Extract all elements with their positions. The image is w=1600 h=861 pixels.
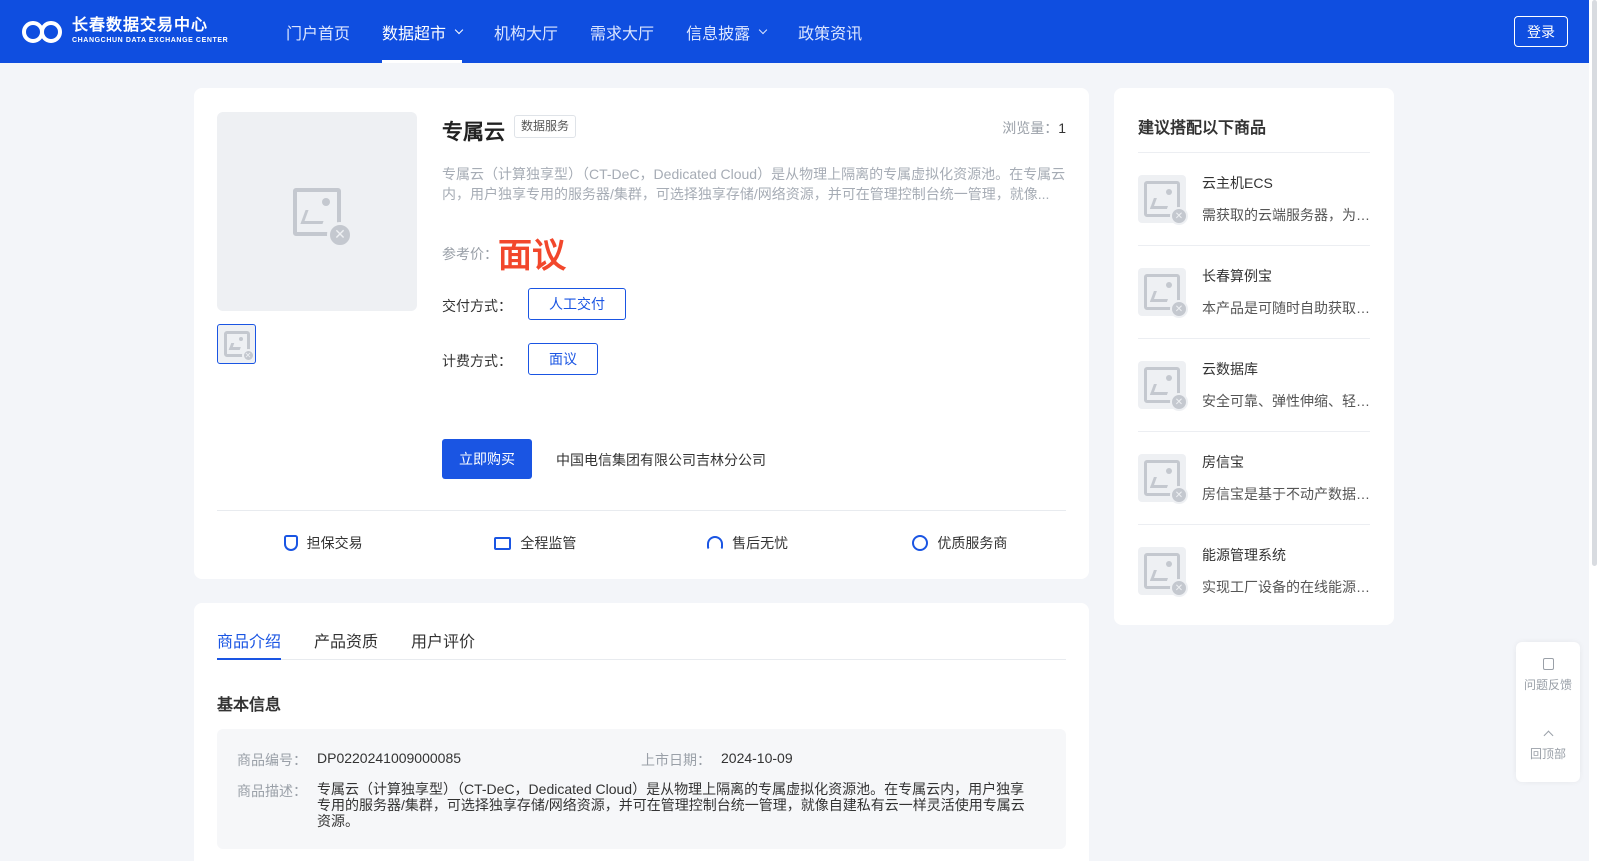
billing-label: 计费方式： xyxy=(442,353,512,369)
heart-badge-icon xyxy=(912,535,929,551)
tab-qualification[interactable]: 产品资质 xyxy=(314,603,378,659)
back-to-top-button[interactable]: 回顶部 xyxy=(1516,728,1580,762)
rec-item-image: ✕ xyxy=(1138,547,1188,597)
rec-item-image: ✕ xyxy=(1138,361,1188,411)
site-logo[interactable]: 长春数据交易中心 CHANGCHUN DATA EXCHANGE CENTER xyxy=(22,17,228,45)
rec-item-desc: 房信宝是基于不动产数据的信息服务 xyxy=(1202,486,1370,502)
product-card: ✕ ✕ 专属云 数据服务 浏览量：1 专属云（计算独享型）（CT-DeC，Ded… xyxy=(194,88,1089,579)
recommendations-list: ✕ 云主机ECS 需获取的云端服务器，为用户提供弹性计算服务 ✕ 长春算例宝本产品… xyxy=(1138,152,1370,617)
product-description: 专属云（计算独享型）（CT-DeC，Dedicated Cloud）是从物理上隔… xyxy=(442,166,1066,202)
logo-mark-icon xyxy=(22,17,68,45)
chevron-down-icon xyxy=(758,25,768,34)
product-detail-card: 商品介绍 产品资质 用户评价 基本信息 商品编号： DP022024100900… xyxy=(194,603,1089,861)
product-category-tag: 数据服务 xyxy=(514,115,577,138)
rec-item-name: 长春算例宝 xyxy=(1202,268,1272,284)
price-label: 参考价： xyxy=(442,246,498,262)
rec-item-name: 云主机ECS xyxy=(1202,175,1273,191)
chevron-down-icon xyxy=(454,25,464,34)
rec-item[interactable]: ✕ 房信宝房信宝是基于不动产数据的信息服务 xyxy=(1138,431,1370,524)
product-thumbnail[interactable]: ✕ xyxy=(217,324,256,364)
listing-date-value: 2024-10-09 xyxy=(721,750,793,766)
rec-item-name: 房信宝 xyxy=(1202,454,1244,470)
logo-title: 长春数据交易中心 xyxy=(72,17,209,34)
view-count: 浏览量：1 xyxy=(1002,120,1066,136)
listing-date-label: 上市日期： xyxy=(641,752,711,768)
price-value: 面议 xyxy=(498,237,566,275)
floating-toolbar: 问题反馈 回顶部 xyxy=(1516,642,1580,782)
basic-info-title: 基本信息 xyxy=(217,697,282,714)
nav-data-market[interactable]: 数据超市 xyxy=(366,0,478,63)
rec-item[interactable]: ✕ 长春算例宝本产品是可随时自助获取的算力服务 xyxy=(1138,245,1370,338)
buy-now-button[interactable]: 立即购买 xyxy=(442,439,532,479)
top-header: 长春数据交易中心 CHANGCHUN DATA EXCHANGE CENTER … xyxy=(0,0,1589,63)
nav-institutions[interactable]: 机构大厅 xyxy=(478,0,574,63)
feature-after-sales: 售后无忧 xyxy=(642,523,854,563)
rec-item-desc: 安全可靠、弹性伸缩、轻松运维的数据库服务 xyxy=(1202,393,1370,409)
product-desc-value: 专属云（计算独享型）（CT-DeC，Dedicated Cloud）是从物理上隔… xyxy=(317,781,1025,829)
rec-item[interactable]: ✕ 云数据库安全可靠、弹性伸缩、轻松运维的数据库服务 xyxy=(1138,338,1370,431)
delivery-option-button[interactable]: 人工交付 xyxy=(528,288,626,320)
broken-image-icon: ✕ xyxy=(1144,553,1188,597)
rec-item-image: ✕ xyxy=(1138,175,1188,225)
edit-icon xyxy=(1542,658,1554,670)
rec-item-name: 云数据库 xyxy=(1202,361,1258,377)
detail-tabs: 商品介绍 产品资质 用户评价 xyxy=(217,603,1066,660)
product-main-image: ✕ xyxy=(217,112,417,311)
rec-item[interactable]: ✕ 能源管理系统实现工厂设备的在线能源管理 xyxy=(1138,524,1370,617)
page-scrollbar[interactable] xyxy=(1589,0,1600,861)
recommendations-title: 建议搭配以下商品 xyxy=(1138,120,1267,137)
divider xyxy=(217,510,1066,511)
broken-image-icon: ✕ xyxy=(1144,367,1188,411)
headset-icon xyxy=(707,536,724,550)
rec-item-name: 能源管理系统 xyxy=(1202,547,1286,563)
broken-image-icon: ✕ xyxy=(293,187,353,248)
delivery-label: 交付方式： xyxy=(442,298,512,314)
rec-item[interactable]: ✕ 云主机ECS 需获取的云端服务器，为用户提供弹性计算服务 xyxy=(1138,152,1370,245)
main-nav: 门户首页 数据超市 机构大厅 需求大厅 信息披露 政策资讯 xyxy=(270,0,878,63)
broken-image-icon: ✕ xyxy=(223,331,255,362)
tab-introduction[interactable]: 商品介绍 xyxy=(217,603,282,660)
broken-image-icon: ✕ xyxy=(1144,181,1188,225)
product-code-value: DP0220241009000085 xyxy=(317,750,462,766)
recommendations-panel: 建议搭配以下商品 ✕ 云主机ECS 需获取的云端服务器，为用户提供弹性计算服务 ✕… xyxy=(1114,88,1394,625)
rec-item-desc: 需获取的云端服务器，为用户提供弹性计算服务 xyxy=(1202,207,1370,223)
broken-image-icon: ✕ xyxy=(1144,274,1188,318)
basic-info-box: 商品编号： DP0220241009000085 上市日期： 2024-10-0… xyxy=(217,729,1066,849)
nav-home[interactable]: 门户首页 xyxy=(270,0,366,63)
feature-full-supervision: 全程监管 xyxy=(429,523,641,563)
rec-item-image: ✕ xyxy=(1138,268,1188,318)
product-code-label: 商品编号： xyxy=(237,752,307,768)
scrollbar-thumb[interactable] xyxy=(1592,0,1597,566)
product-desc-label: 商品描述： xyxy=(237,783,307,799)
nav-policy-news[interactable]: 政策资讯 xyxy=(782,0,878,63)
tab-reviews[interactable]: 用户评价 xyxy=(411,603,475,659)
feature-quality-provider: 优质服务商 xyxy=(854,523,1066,563)
shield-icon xyxy=(283,535,298,551)
logo-subtitle: CHANGCHUN DATA EXCHANGE CENTER xyxy=(72,37,229,44)
rec-item-desc: 实现工厂设备的在线能源管理 xyxy=(1202,579,1370,595)
feedback-button[interactable]: 问题反馈 xyxy=(1516,658,1580,693)
billing-option-button[interactable]: 面议 xyxy=(528,343,598,375)
chevron-up-icon xyxy=(1543,730,1553,741)
nav-disclosure[interactable]: 信息披露 xyxy=(670,0,782,63)
rec-item-image: ✕ xyxy=(1138,454,1188,504)
feature-guaranteed-trade: 担保交易 xyxy=(217,523,429,563)
login-button[interactable]: 登录 xyxy=(1514,16,1568,47)
broken-image-icon: ✕ xyxy=(1144,460,1188,504)
service-features: 担保交易 全程监管 售后无忧 优质服务商 xyxy=(217,523,1066,563)
vendor-name[interactable]: 中国电信集团有限公司吉林分公司 xyxy=(556,450,766,470)
monitor-icon xyxy=(494,536,512,550)
product-title: 专属云 xyxy=(442,121,505,144)
rec-item-desc: 本产品是可随时自助获取的算力服务 xyxy=(1202,300,1370,316)
nav-demands[interactable]: 需求大厅 xyxy=(574,0,670,63)
